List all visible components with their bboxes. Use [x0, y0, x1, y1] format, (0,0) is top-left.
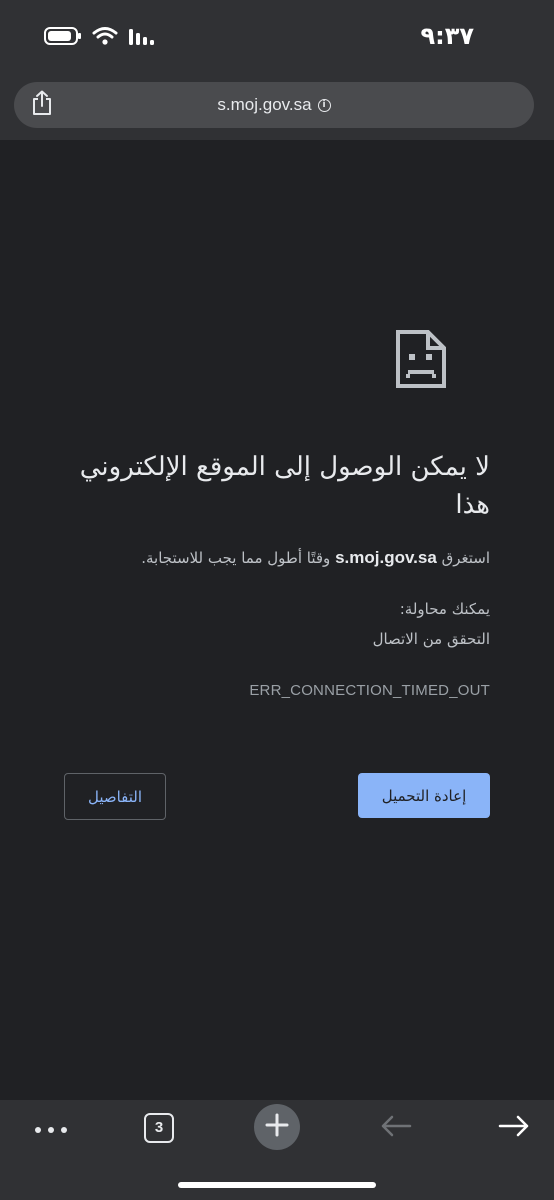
forward-arrow-icon: [498, 1114, 530, 1142]
back-arrow-icon: [380, 1114, 412, 1142]
status-bar: ٩:٣٧: [0, 0, 554, 76]
tab-switcher-icon: 3: [144, 1113, 174, 1143]
desc-prefix: استغرق: [441, 549, 490, 567]
url-text: s.moj.gov.sa: [217, 95, 312, 114]
back-button[interactable]: [376, 1108, 416, 1148]
plus-icon: [265, 1113, 289, 1141]
desc-suffix: وقتًا أطول مما يجب للاستجابة.: [141, 549, 331, 567]
status-icons: [44, 26, 156, 50]
sad-page-icon: [396, 330, 446, 388]
more-icon: [34, 1119, 68, 1138]
status-time: ٩:٣٧: [420, 22, 474, 50]
error-host: s.moj.gov.sa: [335, 548, 437, 567]
try-label: يمكنك محاولة:: [399, 600, 490, 618]
browser-toolbar: s.moj.gov.sa i: [0, 76, 554, 140]
new-tab-button[interactable]: [254, 1104, 300, 1150]
wifi-icon: [92, 26, 118, 50]
battery-icon: [44, 26, 82, 50]
info-icon[interactable]: i: [317, 98, 331, 112]
reload-button[interactable]: إعادة التحميل: [358, 773, 490, 818]
error-code: ERR_CONNECTION_TIMED_OUT: [249, 682, 490, 699]
signal-icon: [128, 26, 156, 50]
details-button[interactable]: التفاصيل: [64, 773, 166, 820]
error-description: استغرق s.moj.gov.sa وقتًا أطول مما يجب ل…: [60, 548, 490, 568]
tab-switcher-button[interactable]: 3: [142, 1108, 176, 1148]
suggestion-check-connection: التحقق من الاتصال: [372, 630, 490, 648]
more-button[interactable]: [30, 1108, 72, 1148]
url-display[interactable]: s.moj.gov.sa i: [14, 82, 534, 128]
error-heading: لا يمكن الوصول إلى الموقع الإلكتروني هذا: [79, 452, 490, 520]
address-bar[interactable]: s.moj.gov.sa i: [14, 82, 534, 128]
home-indicator[interactable]: [178, 1182, 376, 1188]
forward-button[interactable]: [494, 1108, 534, 1148]
error-page: لا يمكن الوصول إلى الموقع الإلكتروني هذا…: [0, 140, 554, 1100]
